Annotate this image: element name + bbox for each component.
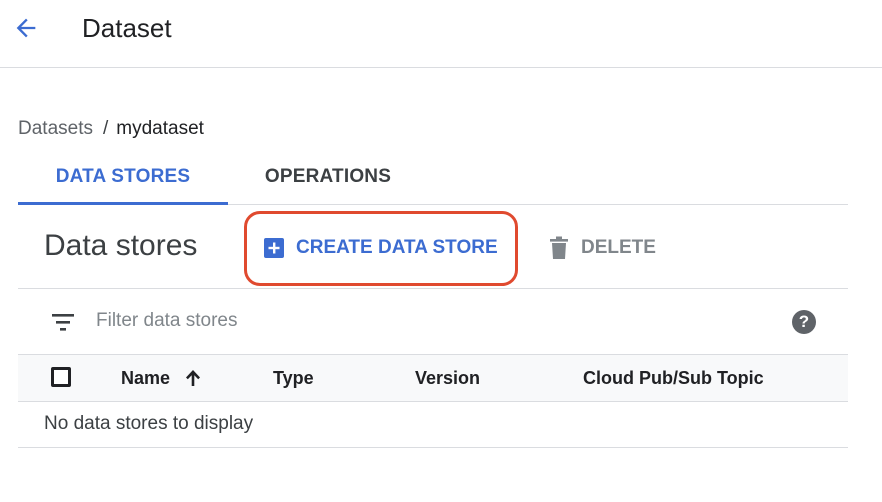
column-header-pubsub-topic[interactable]: Cloud Pub/Sub Topic [583, 367, 764, 389]
breadcrumb-datasets-link[interactable]: Datasets [18, 118, 93, 139]
breadcrumb: Datasets / mydataset [18, 117, 204, 141]
help-icon[interactable]: ? [792, 310, 816, 334]
delete-label: DELETE [581, 237, 656, 258]
back-button[interactable] [8, 10, 44, 46]
tab-data-stores[interactable]: DATA STORES [18, 150, 228, 205]
page-title: Dataset [82, 13, 172, 43]
create-data-store-button[interactable]: CREATE DATA STORE [256, 226, 506, 270]
column-header-type[interactable]: Type [273, 367, 314, 389]
empty-state-message: No data stores to display [44, 413, 254, 434]
add-box-icon [264, 238, 284, 258]
filter-bar: ? [18, 289, 848, 355]
filter-list-icon[interactable] [50, 311, 76, 333]
toolbar: Data stores CREATE DATA STORE DELETE [18, 206, 848, 289]
select-all-checkbox[interactable] [51, 367, 71, 387]
arrow-up-icon [184, 368, 202, 388]
app-header: Dataset [0, 0, 882, 68]
table-header: Name Type Version Cloud Pub/Sub Topic [18, 355, 848, 402]
trash-icon [549, 236, 569, 260]
column-header-name-label: Name [121, 368, 171, 388]
create-data-store-label: CREATE DATA STORE [296, 237, 498, 258]
table-empty-row: No data stores to display [18, 402, 848, 448]
column-header-version[interactable]: Version [415, 367, 480, 389]
filter-input[interactable] [96, 307, 696, 335]
delete-button[interactable]: DELETE [543, 226, 662, 270]
arrow-back-icon [16, 18, 36, 38]
column-header-name[interactable]: Name [121, 367, 202, 389]
tab-bar: DATA STORES OPERATIONS [18, 150, 848, 205]
section-title: Data stores [44, 229, 198, 262]
breadcrumb-separator: / [102, 118, 109, 139]
tab-operations[interactable]: OPERATIONS [243, 150, 413, 204]
breadcrumb-current: mydataset [116, 118, 204, 139]
